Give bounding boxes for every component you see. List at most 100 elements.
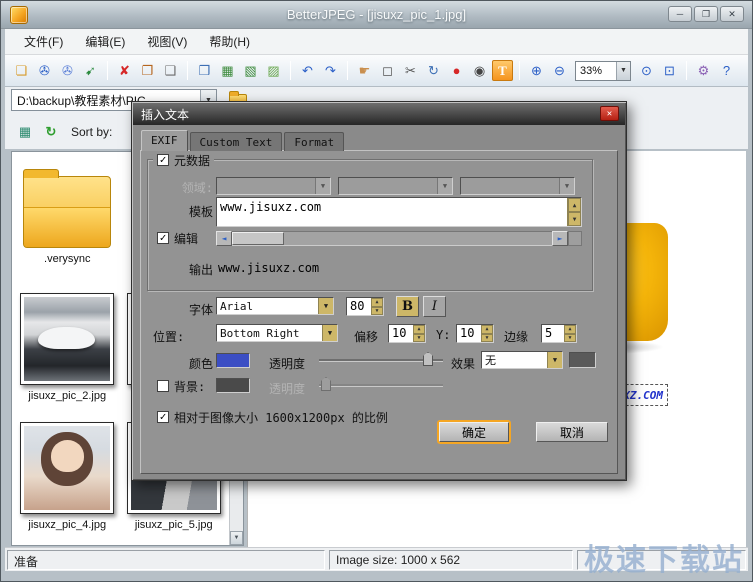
toolbar-separator [347, 61, 348, 80]
scroll-down-button[interactable]: ▼ [230, 531, 243, 545]
crop-paste-icon[interactable]: ▨ [263, 60, 284, 81]
spin-up-icon[interactable]: ▲ [481, 325, 493, 334]
dropdown-icon[interactable]: ▼ [318, 298, 333, 314]
tab-format[interactable]: Format [284, 132, 344, 151]
spinner-buttons[interactable]: ▲ ▼ [413, 325, 425, 342]
edit-checkbox[interactable]: 编辑 [153, 230, 202, 246]
hand-icon[interactable]: ☛ [354, 60, 375, 81]
font-size-spinner[interactable]: 80 ▲ ▼ [346, 297, 384, 316]
position-combo[interactable]: Bottom Right ▼ [216, 324, 338, 342]
menu-view[interactable]: 视图(V) [136, 29, 198, 54]
open-image-icon[interactable]: ❏ [11, 60, 32, 81]
red-eye-icon[interactable]: ● [446, 60, 467, 81]
background-color-swatch[interactable] [216, 378, 250, 393]
spinner-buttons[interactable]: ▲ ▼ [481, 325, 493, 342]
hscroll-track[interactable] [232, 231, 552, 246]
field-label: 领域: [161, 179, 213, 196]
menu-file[interactable]: 文件(F) [13, 29, 74, 54]
thumbnail-item[interactable]: jisuxz_pic_2.jpg [14, 289, 121, 418]
redo-icon[interactable]: ↷ [320, 60, 341, 81]
menu-help[interactable]: 帮助(H) [198, 29, 261, 54]
view-mode-button[interactable]: ▦ [15, 122, 35, 142]
spin-up-icon[interactable]: ▲ [413, 325, 425, 334]
zoom-level-value: 33% [576, 65, 616, 77]
spinner-buttons[interactable]: ▲ ▼ [371, 298, 383, 315]
copy-file-icon[interactable]: ❐ [137, 60, 158, 81]
relative-size-checkbox[interactable]: 相对于图像大小 1600x1200px 的比例 [153, 409, 392, 425]
spin-up-icon[interactable]: ▲ [564, 325, 576, 334]
tab-custom-text[interactable]: Custom Text [190, 132, 283, 151]
menu-edit[interactable]: 编辑(E) [74, 29, 136, 54]
spinner-buttons[interactable]: ▲ ▼ [564, 325, 576, 342]
dialog-close-button[interactable]: ✕ [600, 106, 619, 121]
zoom-level-combo[interactable]: 33%▼ [575, 61, 631, 81]
spin-down-icon[interactable]: ▼ [413, 334, 425, 343]
opacity-slider[interactable] [319, 351, 443, 367]
dropdown-icon[interactable]: ▼ [616, 62, 630, 80]
status-image-size: Image size: 1000 x 562 [329, 550, 573, 570]
minimize-button[interactable]: ─ [668, 6, 692, 22]
crop-icon[interactable]: ✂ [400, 60, 421, 81]
offset-y-spinner[interactable]: 10 ▲ ▼ [456, 324, 494, 343]
tab-exif[interactable]: EXIF [141, 130, 188, 151]
background-checkbox[interactable]: 背景: [153, 378, 209, 394]
zoom-out-icon[interactable]: ⊖ [549, 60, 570, 81]
relative-size-checkbox-box [157, 411, 169, 423]
photo-thumbnail [20, 422, 114, 514]
metadata-checkbox[interactable]: 元数据 [153, 152, 214, 168]
italic-button[interactable]: I [423, 296, 446, 317]
template-textarea[interactable]: www.jisuxz.com ▲ ▼ [216, 197, 582, 227]
help-icon[interactable]: ? [716, 60, 737, 81]
effect-color-swatch[interactable] [569, 352, 596, 368]
scroll-left-button[interactable]: ◄ [216, 231, 232, 246]
spin-down-icon[interactable]: ▼ [564, 334, 576, 343]
maximize-button[interactable]: ❐ [694, 6, 718, 22]
thumbnail-item[interactable]: .verysync [14, 160, 121, 289]
app-icon [10, 6, 28, 24]
text-color-swatch[interactable] [216, 353, 250, 368]
copy-icon[interactable]: ❒ [194, 60, 215, 81]
ok-button[interactable]: 确定 [439, 422, 509, 442]
cancel-button[interactable]: 取消 [536, 422, 608, 442]
export-icon[interactable]: ➹ [80, 60, 101, 81]
hscroll-thumb[interactable] [232, 232, 284, 245]
effect-combo[interactable]: 无 ▼ [481, 351, 563, 369]
dialog-title-bar[interactable]: 插入文本 ✕ [133, 103, 625, 125]
thumbnail-item[interactable]: jisuxz_pic_4.jpg [14, 418, 121, 547]
save-as-icon[interactable]: ✇ [57, 60, 78, 81]
margin-spinner[interactable]: 5 ▲ ▼ [541, 324, 577, 343]
crop-copy-icon[interactable]: ▧ [240, 60, 261, 81]
rotate-icon[interactable]: ↻ [423, 60, 444, 81]
preview-icon[interactable]: ◉ [469, 60, 490, 81]
spin-up-icon[interactable]: ▲ [371, 298, 383, 307]
zoom-region-icon[interactable]: ⊙ [636, 60, 657, 81]
dropdown-icon[interactable]: ▼ [547, 352, 562, 368]
ok-button-focus-ring: 确定 [437, 420, 511, 444]
slider-thumb[interactable] [423, 352, 433, 366]
insert-text-icon[interactable]: T [492, 60, 513, 81]
spin-down-icon[interactable]: ▼ [371, 307, 383, 316]
delete-icon[interactable]: ✘ [114, 60, 135, 81]
zoom-fit-icon[interactable]: ⊡ [659, 60, 680, 81]
scroll-right-button[interactable]: ► [552, 231, 568, 246]
offset-x-spinner[interactable]: 10 ▲ ▼ [388, 324, 426, 343]
close-button[interactable]: ✕ [720, 6, 744, 22]
title-bar[interactable]: BetterJPEG - [jisuxz_pic_1.jpg] ─ ❐ ✕ [1, 1, 752, 29]
paste-icon[interactable]: ▦ [217, 60, 238, 81]
scroll-down-icon[interactable]: ▼ [568, 212, 581, 226]
save-icon[interactable]: ✇ [34, 60, 55, 81]
undo-icon[interactable]: ↶ [297, 60, 318, 81]
font-family-combo[interactable]: Arial ▼ [216, 297, 334, 315]
scroll-up-icon[interactable]: ▲ [568, 198, 581, 212]
select-icon[interactable]: ◻ [377, 60, 398, 81]
bold-button[interactable]: B [396, 296, 419, 317]
template-hscrollbar[interactable]: ◄ ► [216, 231, 582, 246]
refresh-button[interactable]: ↻ [41, 122, 61, 142]
dropdown-icon[interactable]: ▼ [322, 325, 337, 341]
move-file-icon[interactable]: ❑ [160, 60, 181, 81]
template-scrollbar[interactable]: ▲ ▼ [567, 198, 581, 226]
spin-down-icon[interactable]: ▼ [481, 334, 493, 343]
zoom-in-icon[interactable]: ⊕ [526, 60, 547, 81]
thumbnail-label: jisuxz_pic_5.jpg [135, 519, 213, 531]
settings-icon[interactable]: ⚙ [693, 60, 714, 81]
